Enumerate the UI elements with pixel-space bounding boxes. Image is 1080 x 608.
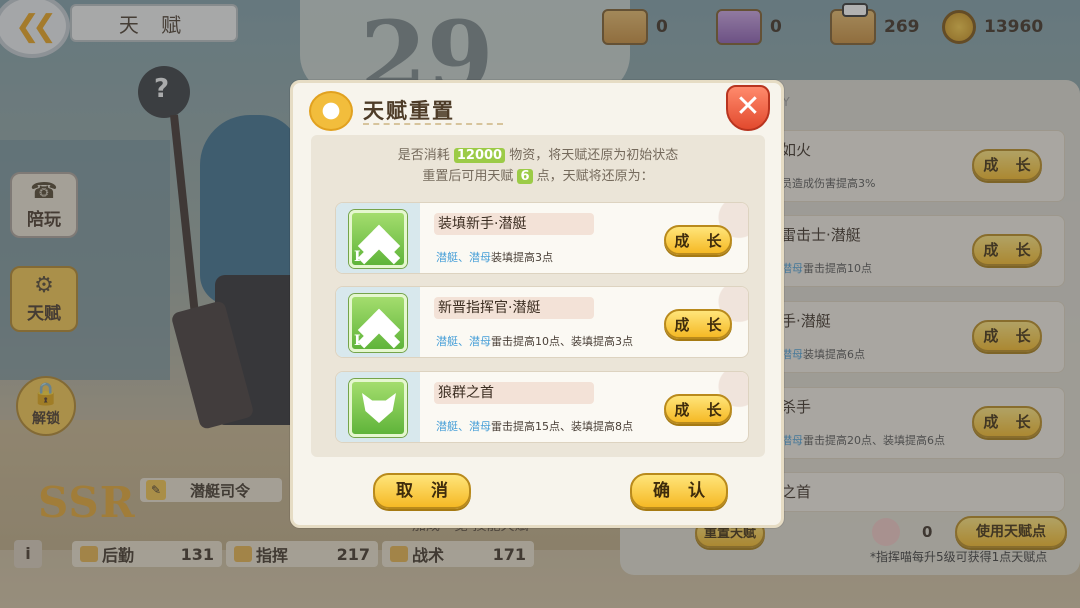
talent-reset-dialog: 天赋重置 ✕ 是否消耗 12000 物资，将天赋还原为初始状态 重置后可用天赋 … bbox=[290, 80, 784, 528]
talent-desc: 潜艇、潜母雷击提高15点、装填提高8点 bbox=[436, 420, 633, 433]
talent-card: I 新晋指挥官·潜艇 潜艇、潜母雷击提高10点、装填提高3点 成 长 bbox=[335, 286, 749, 358]
points-value: 6 bbox=[517, 169, 533, 184]
dialog-title: 天赋重置 bbox=[363, 99, 455, 123]
close-button[interactable]: ✕ bbox=[726, 85, 770, 131]
talent-name: 狼群之首 bbox=[434, 382, 594, 404]
talent-name: 新晋指挥官·潜艇 bbox=[434, 297, 594, 319]
confirm-button[interactable]: 确 认 bbox=[630, 473, 728, 509]
grow-button[interactable]: 成 长 bbox=[664, 394, 732, 424]
rank-up-icon: I bbox=[349, 294, 407, 357]
talent-card: I 装填新手·潜艇 潜艇、潜母装填提高3点 成 长 bbox=[335, 202, 749, 274]
dialog-header: 天赋重置 ✕ bbox=[293, 83, 781, 131]
talent-desc: 潜艇、潜母雷击提高10点、装填提高3点 bbox=[436, 335, 633, 348]
talent-desc: 潜艇、潜母装填提高3点 bbox=[436, 251, 553, 264]
rank-up-icon: I bbox=[349, 210, 407, 273]
talent-name: 装填新手·潜艇 bbox=[434, 213, 594, 235]
grow-button[interactable]: 成 长 bbox=[664, 225, 732, 255]
paw-badge-icon bbox=[309, 91, 353, 131]
reset-message: 重置后可用天赋 6 点，天赋将还原为： bbox=[422, 169, 654, 184]
wolf-icon bbox=[349, 379, 407, 437]
cost-value: 12000 bbox=[453, 148, 506, 163]
grow-button[interactable]: 成 长 bbox=[664, 309, 732, 339]
cost-message: 是否消耗 12000 物资，将天赋还原为初始状态 bbox=[397, 148, 679, 163]
dialog-body: 是否消耗 12000 物资，将天赋还原为初始状态 重置后可用天赋 6 点，天赋将… bbox=[311, 135, 765, 457]
title-divider bbox=[363, 123, 503, 125]
cancel-button[interactable]: 取 消 bbox=[373, 473, 471, 509]
talent-card: 狼群之首 潜艇、潜母雷击提高15点、装填提高8点 成 长 bbox=[335, 371, 749, 443]
